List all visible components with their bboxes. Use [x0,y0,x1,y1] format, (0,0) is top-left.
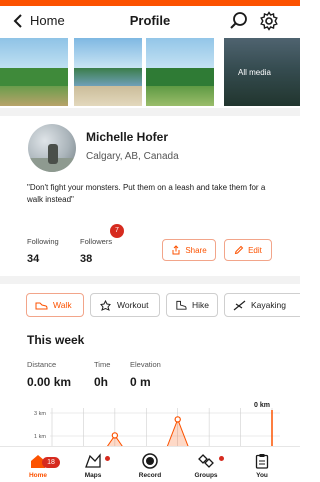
chip-walk[interactable]: Walk [26,293,84,317]
nav-you-label: You [256,472,268,479]
y-tick-label: 3 km [34,411,46,417]
nav-home[interactable]: Home 18 [13,453,63,479]
following-label: Following [27,237,59,246]
edit-label: Edit [248,245,262,255]
followers-stat[interactable]: Followers 38 [80,237,112,265]
share-icon [172,245,180,255]
media-strip: All media [0,38,300,106]
chip-hike[interactable]: Hike [166,293,218,317]
chip-kayaking[interactable]: Kayaking [224,293,300,317]
home-badge: 18 [42,457,60,468]
media-thumbnail[interactable] [146,38,214,106]
share-button[interactable]: Share [162,239,216,261]
map-icon [85,453,101,468]
section-divider [0,276,300,284]
record-icon [142,453,158,469]
profile-location: Calgary, AB, Canada [86,151,179,162]
time-value: 0h [94,375,109,389]
workout-icon [100,299,111,311]
clipboard-icon [255,454,269,469]
nav-groups[interactable]: Groups [181,453,231,479]
all-media-button[interactable]: All media [224,38,300,106]
search-icon[interactable] [229,11,249,31]
followers-label: Followers [80,237,113,246]
share-label: Share [185,245,207,255]
nav-record[interactable]: Record [125,453,175,479]
nav-you[interactable]: You [237,453,287,479]
groups-icon [198,454,214,468]
nav-maps[interactable]: Maps [68,453,118,479]
maps-notification-dot [105,456,110,461]
chip-walk-label: Walk [53,300,72,310]
page-title: Profile [129,13,171,28]
followers-badge: 7 [110,224,124,238]
data-point [174,416,181,423]
followers-count: 38 [80,253,93,265]
week-title: This week [27,333,85,347]
distance-stat: Distance 0.00 km [27,360,71,389]
pencil-icon [234,245,244,255]
avatar[interactable] [28,124,76,172]
top-header: Home Profile [0,6,300,36]
chip-kayaking-label: Kayaking [251,300,286,310]
activity-type-filter: Walk Workout Hike Kayaking [26,293,300,317]
nav-groups-label: Groups [194,472,218,479]
y-tick-label: 1 km [34,434,46,440]
shoe-icon [35,302,48,309]
nav-record-label: Record [138,472,162,479]
chip-hike-label: Hike [191,300,209,310]
distance-label: Distance [27,360,57,369]
time-label: Time [94,360,111,369]
elevation-value: 0 m [130,375,151,389]
elevation-label: Elevation [130,360,161,369]
profile-name: Michelle Hofer [86,130,169,144]
time-stat: Time 0h [94,360,110,389]
nav-home-label: Home [28,472,48,479]
profile-bio: "Don't fight your monsters. Put them on … [27,183,266,204]
groups-notification-dot [219,456,224,461]
nav-maps-label: Maps [84,472,102,479]
following-count: 34 [27,253,40,265]
kayak-icon [233,300,246,310]
bottom-nav: Home 18 Maps Record Groups You [0,446,300,482]
hiking-boot-icon [176,300,187,310]
chip-workout-label: Workout [117,300,149,310]
current-distance-label: 0 km [254,402,270,409]
media-thumbnail[interactable] [0,38,68,106]
gear-icon[interactable] [259,11,279,31]
following-stat[interactable]: Following 34 [27,237,59,265]
distance-value: 0.00 km [27,375,72,389]
all-media-label: All media [238,68,271,77]
elevation-stat: Elevation 0 m [130,360,161,389]
edit-button[interactable]: Edit [224,239,272,261]
chip-workout[interactable]: Workout [90,293,160,317]
section-divider [0,108,300,116]
data-point [111,432,119,439]
media-thumbnail[interactable] [74,38,142,106]
